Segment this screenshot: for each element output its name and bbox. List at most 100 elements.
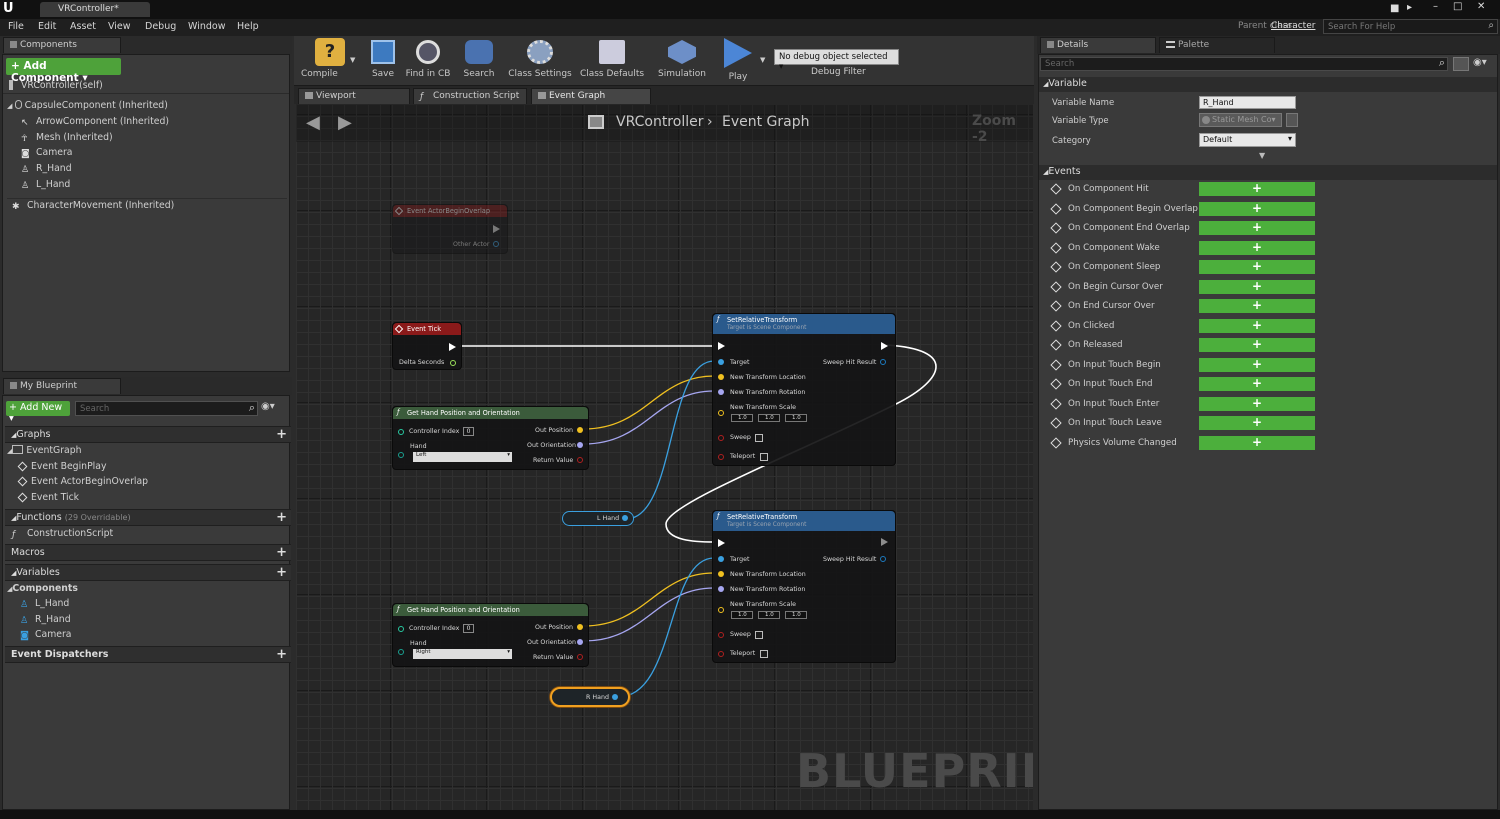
vector-pin[interactable] <box>718 374 724 380</box>
struct-pin[interactable] <box>880 556 886 562</box>
controller-index-input[interactable]: 0 <box>463 624 474 633</box>
rotator-pin[interactable] <box>718 586 724 592</box>
object-pin[interactable] <box>493 241 499 247</box>
add-event-button[interactable]: + <box>1199 318 1315 333</box>
notify-icon[interactable]: ▸ <box>1407 2 1412 13</box>
scale-z-input[interactable]: 1.0 <box>785 611 807 619</box>
rotator-pin[interactable] <box>577 639 583 645</box>
class-defaults-button[interactable]: Class Defaults <box>578 38 646 84</box>
bool-pin[interactable] <box>718 454 724 460</box>
exec-in-pin[interactable] <box>718 342 725 350</box>
vector-pin[interactable] <box>718 607 724 613</box>
category-select[interactable]: Default ▾ <box>1199 133 1296 147</box>
exec-out-pin[interactable] <box>449 343 456 351</box>
exec-in-pin[interactable] <box>718 539 725 547</box>
search-button[interactable]: Search <box>458 38 500 84</box>
blueprint-search-input[interactable]: Search ⌕ <box>75 401 258 416</box>
vector-pin[interactable] <box>577 624 583 630</box>
vector-pin[interactable] <box>577 427 583 433</box>
expand-advanced-icon[interactable]: ▼ <box>1259 151 1265 160</box>
teleport-checkbox[interactable] <box>760 650 768 658</box>
menu-window[interactable]: Window <box>188 21 225 32</box>
scale-z-input[interactable]: 1.0 <box>785 414 807 422</box>
node-set-relative-transform-2[interactable]: SetRelativeTransform Target is Scene Com… <box>712 510 896 663</box>
event-item-beginplay[interactable]: Event BeginPlay <box>17 461 106 476</box>
int-pin[interactable] <box>398 626 404 632</box>
node-get-hand-right[interactable]: Get Hand Position and Orientation ƒ Cont… <box>392 603 589 667</box>
component-root-row[interactable]: VRController(self) <box>3 78 289 94</box>
add-event-button[interactable]: + <box>1199 435 1315 450</box>
vector-pin[interactable] <box>718 571 724 577</box>
variable-section[interactable]: ◢Variable <box>1039 77 1497 92</box>
help-search-input[interactable]: Search For Help ⌕ <box>1323 19 1498 34</box>
scale-y-input[interactable]: 1.0 <box>758 414 780 422</box>
add-event-button[interactable]: + <box>1199 416 1315 430</box>
add-event-button[interactable]: + <box>1199 240 1315 255</box>
node-event-tick[interactable]: Event Tick Delta Seconds <box>392 322 462 370</box>
details-search-input[interactable]: Search ⌕ <box>1040 56 1448 71</box>
variables-section[interactable]: ◢Variables + <box>5 564 291 581</box>
add-event-button[interactable]: + <box>1199 396 1315 411</box>
node-event-actor-begin-overlap[interactable]: Event ActorBeginOverlap Other Actor <box>392 204 508 254</box>
bool-pin[interactable] <box>718 651 724 657</box>
controller-index-input[interactable]: 0 <box>463 427 474 436</box>
var-item-camera[interactable]: ◙ Camera <box>20 629 71 644</box>
component-capsule[interactable]: ◢ CapsuleComponent (Inherited) <box>7 100 168 115</box>
add-event-button[interactable]: + <box>1199 260 1315 274</box>
var-item-l-hand[interactable]: ♙ L_Hand <box>20 598 69 613</box>
play-button[interactable]: Play ▼ <box>714 38 765 84</box>
my-blueprint-tab[interactable]: My Blueprint <box>3 378 121 394</box>
container-type-icon[interactable] <box>1286 113 1298 127</box>
enum-pin[interactable] <box>398 452 404 458</box>
parent-class-link[interactable]: Character <box>1271 21 1315 31</box>
add-graph-icon[interactable]: + <box>276 427 287 442</box>
rotator-pin[interactable] <box>718 389 724 395</box>
var-item-r-hand[interactable]: ♙ R_Hand <box>20 614 71 629</box>
add-event-button[interactable]: + <box>1199 201 1315 216</box>
vector-pin[interactable] <box>718 410 724 416</box>
events-section[interactable]: ◢Events <box>1039 165 1497 180</box>
bool-pin[interactable] <box>577 457 583 463</box>
bool-pin[interactable] <box>718 435 724 441</box>
component-arrow[interactable]: ↖ ArrowComponent (Inherited) <box>21 116 169 131</box>
exec-out-pin[interactable] <box>881 342 888 350</box>
add-dispatcher-icon[interactable]: + <box>276 647 287 662</box>
scale-x-input[interactable]: 1.0 <box>731 414 753 422</box>
graph-canvas[interactable]: ◀ ▶ VRController › Event Graph Zoom -2 B… <box>296 104 1033 810</box>
minimize-icon[interactable]: – <box>1433 1 1438 12</box>
add-component-button[interactable]: + Add Component ▾ <box>6 58 121 84</box>
sweep-checkbox[interactable] <box>755 434 763 442</box>
add-variable-icon[interactable]: + <box>276 565 287 580</box>
eye-icon[interactable]: ◉▾ <box>261 401 275 412</box>
node-set-relative-transform-1[interactable]: SetRelativeTransform Target is Scene Com… <box>712 313 896 466</box>
macros-section[interactable]: Macros + <box>5 544 291 561</box>
component-l-hand[interactable]: ♙ L_Hand <box>21 179 70 194</box>
menu-asset[interactable]: Asset <box>70 21 96 32</box>
scale-x-input[interactable]: 1.0 <box>731 611 753 619</box>
node-get-hand-left[interactable]: Get Hand Position and Orientation ƒ Cont… <box>392 406 589 470</box>
int-pin[interactable] <box>398 429 404 435</box>
add-event-button[interactable]: + <box>1199 221 1315 235</box>
eye-icon[interactable]: ◉▾ <box>1473 57 1487 68</box>
add-macro-icon[interactable]: + <box>276 545 287 560</box>
object-pin[interactable] <box>718 359 724 365</box>
float-pin[interactable] <box>450 360 456 366</box>
menu-debug[interactable]: Debug <box>145 21 176 32</box>
functions-section[interactable]: ◢Functions (29 Overridable) + <box>5 509 291 526</box>
tab-event-graph[interactable]: Event Graph <box>531 88 651 104</box>
bool-pin[interactable] <box>577 654 583 660</box>
add-new-button[interactable]: + Add New ▾ <box>6 401 70 424</box>
play-options-icon[interactable]: ▼ <box>760 56 765 64</box>
node-l-hand-getter[interactable]: L Hand <box>562 511 634 526</box>
scale-y-input[interactable]: 1.0 <box>758 611 780 619</box>
component-mesh[interactable]: ☥ Mesh (Inherited) <box>21 132 113 147</box>
event-item-actorbeginoverlap[interactable]: Event ActorBeginOverlap <box>17 476 148 491</box>
sweep-checkbox[interactable] <box>755 631 763 639</box>
var-name-input[interactable]: R_Hand <box>1199 96 1296 109</box>
teleport-checkbox[interactable] <box>760 453 768 461</box>
struct-pin[interactable] <box>880 359 886 365</box>
node-r-hand-getter[interactable]: R Hand <box>550 687 630 707</box>
var-type-select[interactable]: Static Mesh Co▾ <box>1199 113 1282 127</box>
exec-out-pin-unconnected[interactable] <box>881 538 888 546</box>
class-settings-button[interactable]: Class Settings <box>504 38 576 84</box>
